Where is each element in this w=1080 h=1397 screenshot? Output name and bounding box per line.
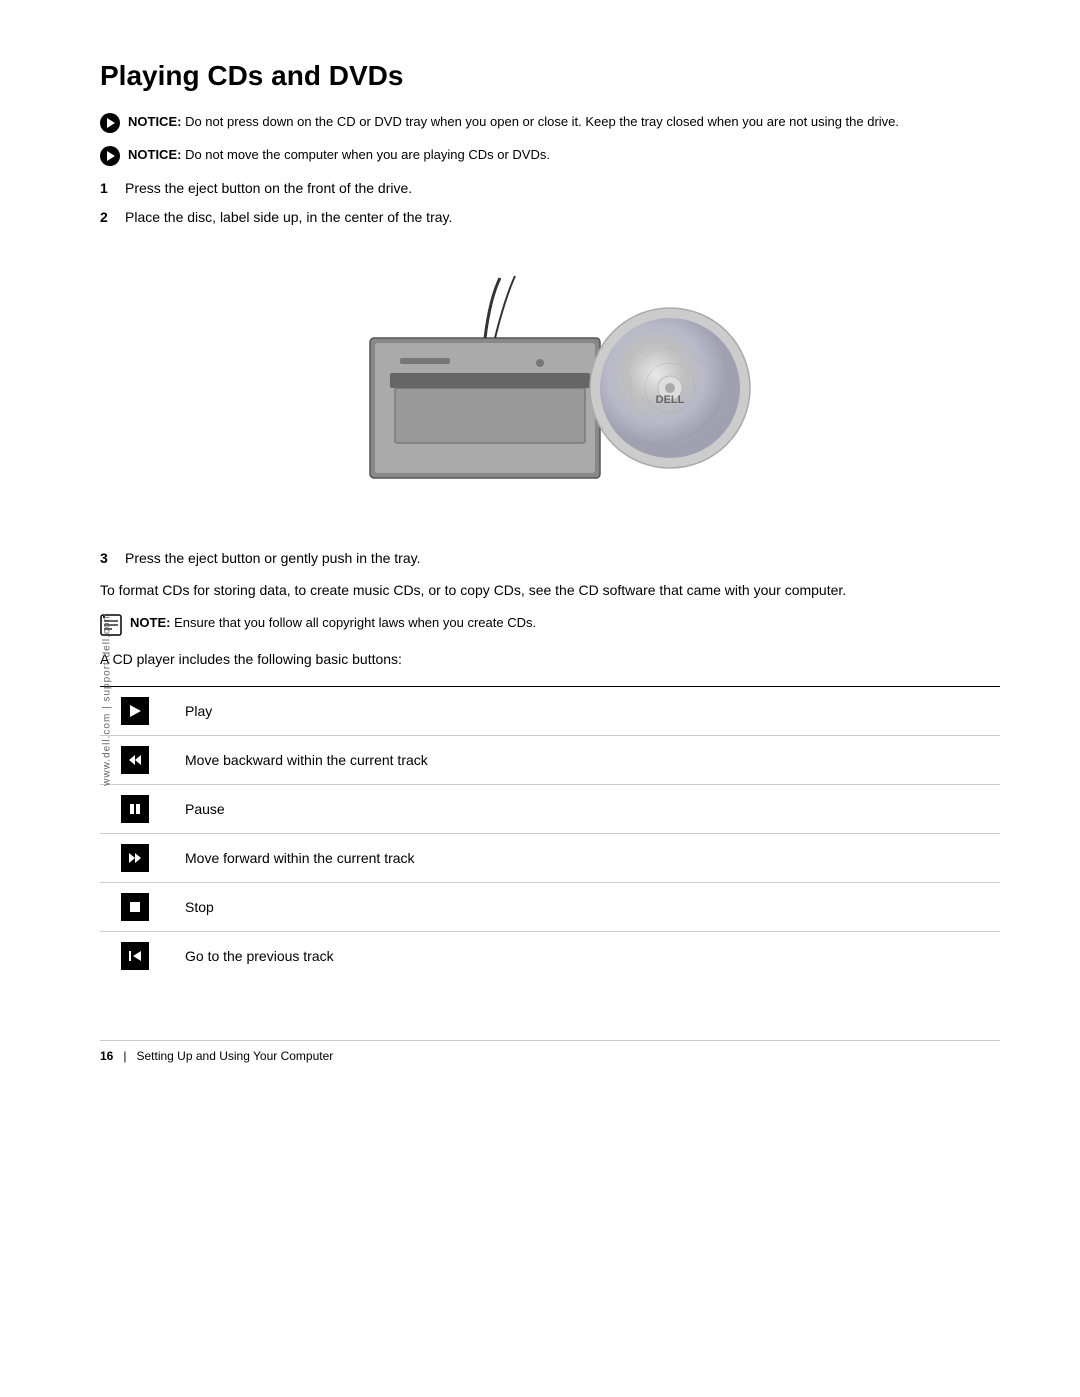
page-title: Playing CDs and DVDs [100, 60, 1000, 92]
notice-block-2: NOTICE: Do not move the computer when yo… [100, 145, 1000, 166]
footer-divider [100, 1040, 1000, 1041]
pause-label: Pause [185, 801, 225, 817]
icon-cell-fastforward [100, 833, 170, 882]
table-row: Move backward within the current track [100, 735, 1000, 784]
step-3-text: Press the eject button or gently push in… [125, 548, 420, 569]
table-row: Pause [100, 784, 1000, 833]
notice-label-2: NOTICE: [128, 147, 181, 162]
notice-label-1: NOTICE: [128, 114, 181, 129]
step-3: 3 Press the eject button or gently push … [100, 548, 1000, 569]
note-text: NOTE: Ensure that you follow all copyrig… [130, 613, 536, 633]
table-row: Play [100, 687, 1000, 736]
label-prev: Go to the previous track [170, 931, 1000, 980]
play-label: Play [185, 703, 212, 719]
icon-cell-prev [100, 931, 170, 980]
play-icon [121, 697, 149, 725]
steps-list: 1 Press the eject button on the front of… [100, 178, 1000, 228]
notice-arrow-1 [107, 118, 115, 128]
prev-track-icon [121, 942, 149, 970]
buttons-table: Play Move backward within the current tr… [100, 687, 1000, 980]
stop-icon [121, 893, 149, 921]
footer-separator: | [123, 1049, 126, 1063]
paragraph-1: To format CDs for storing data, to creat… [100, 579, 1000, 601]
svg-text:DELL: DELL [656, 394, 685, 406]
rewind-icon [121, 746, 149, 774]
icon-cell-pause [100, 784, 170, 833]
page-container: www.dell.com | support.dell.com Playing … [0, 0, 1080, 1397]
step-1-num: 1 [100, 178, 125, 199]
notice-text-2: NOTICE: Do not move the computer when yo… [128, 145, 550, 165]
label-rewind: Move backward within the current track [170, 735, 1000, 784]
notice-icon-1 [100, 113, 120, 133]
step-2-text: Place the disc, label side up, in the ce… [125, 207, 452, 228]
table-row: Move forward within the current track [100, 833, 1000, 882]
step-2: 2 Place the disc, label side up, in the … [100, 207, 1000, 228]
notice-text-1: NOTICE: Do not press down on the CD or D… [128, 112, 899, 132]
stop-label: Stop [185, 899, 214, 915]
notice-icon-2 [100, 146, 120, 166]
notice-block-1: NOTICE: Do not press down on the CD or D… [100, 112, 1000, 133]
table-row: Go to the previous track [100, 931, 1000, 980]
cd-drive-svg: DELL [340, 258, 760, 518]
icon-cell-stop [100, 882, 170, 931]
note-label: NOTE: [130, 615, 170, 630]
step-1: 1 Press the eject button on the front of… [100, 178, 1000, 199]
step-2-num: 2 [100, 207, 125, 228]
label-pause: Pause [170, 784, 1000, 833]
rewind-label: Move backward within the current track [185, 752, 428, 768]
notice-body-2: Do not move the computer when you are pl… [185, 147, 550, 162]
label-play: Play [170, 687, 1000, 736]
step-3-num: 3 [100, 548, 125, 569]
label-fastforward: Move forward within the current track [170, 833, 1000, 882]
side-watermark: www.dell.com | support.dell.com [101, 612, 112, 786]
pause-icon [121, 795, 149, 823]
paragraph-2: A CD player includes the following basic… [100, 648, 1000, 670]
fast-forward-icon [121, 844, 149, 872]
step-3-list: 3 Press the eject button or gently push … [100, 548, 1000, 569]
footer-page-num: 16 [100, 1049, 113, 1063]
table-row: Stop [100, 882, 1000, 931]
step-1-text: Press the eject button on the front of t… [125, 178, 412, 199]
prev-track-label: Go to the previous track [185, 948, 334, 964]
notice-arrow-2 [107, 151, 115, 161]
cd-drive-image-area: DELL [100, 258, 1000, 518]
label-stop: Stop [170, 882, 1000, 931]
footer: 16 | Setting Up and Using Your Computer [100, 1049, 1000, 1063]
footer-label: Setting Up and Using Your Computer [136, 1049, 333, 1063]
note-body: Ensure that you follow all copyright law… [174, 615, 536, 630]
fast-forward-label: Move forward within the current track [185, 850, 415, 866]
note-block: NOTE: Ensure that you follow all copyrig… [100, 613, 1000, 636]
notice-body-1: Do not press down on the CD or DVD tray … [185, 114, 899, 129]
